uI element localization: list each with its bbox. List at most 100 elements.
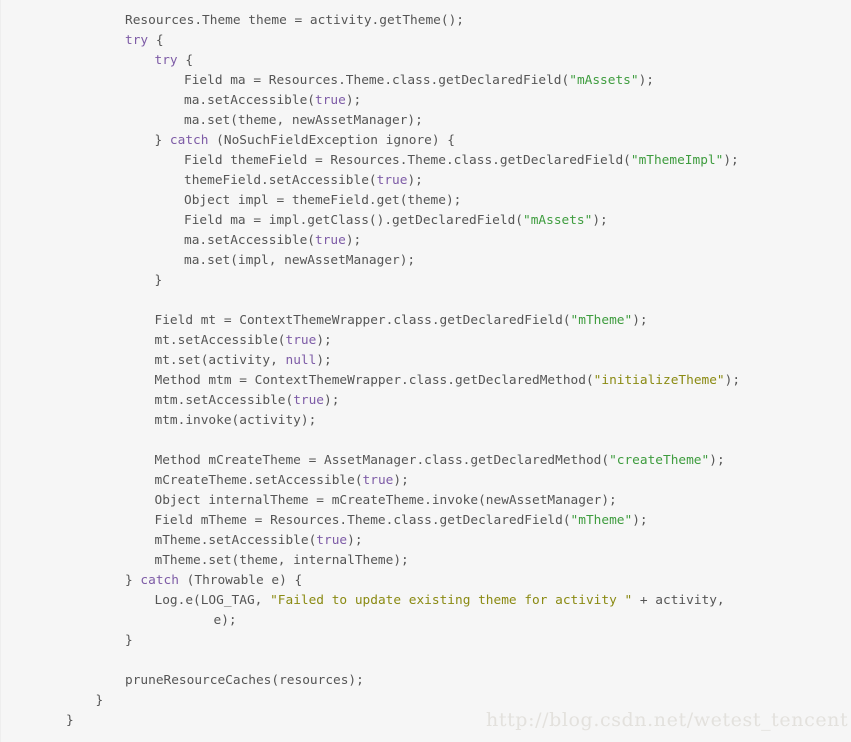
code-token-pln: ); [316,353,332,368]
code-token-kw: true [362,473,394,488]
code-line: } [1,691,851,711]
code-token-pln: ); [723,153,739,168]
code-token-pln: ); [709,453,725,468]
code-token-kw: true [316,533,348,548]
code-line: Field themeField = Resources.Theme.class… [1,151,851,171]
code-line: mt.set(activity, null); [1,351,851,371]
code-line: mtm.invoke(activity); [1,411,851,431]
code-token-pln: ); [632,513,648,528]
code-line: mtm.setAccessible(true); [1,391,851,411]
code-token-pln: ); [592,213,608,228]
code-line: mTheme.setAccessible(true); [1,531,851,551]
code-token-pln: ma.setAccessible( [184,93,315,108]
code-token-pln: (NoSuchFieldException ignore) { [208,133,455,148]
code-token-pln: ); [345,93,362,108]
code-token-pln: ); [316,333,332,348]
code-token-kw: true [314,233,346,248]
code-token-pln: Field mTheme = Resources.Theme.class.get… [154,513,571,528]
code-token-pln: ); [324,393,340,408]
code-token-pln: } [66,713,74,728]
code-line: ma.set(theme, newAssetManager); [1,111,851,131]
code-line: e); [1,611,851,631]
code-token-pln: } [154,273,163,288]
code-token-pln: Field ma = Resources.Theme.class.getDecl… [184,73,570,88]
code-line: ma.setAccessible(true); [1,231,851,251]
code-token-kw: true [376,173,408,188]
code-line: Field mt = ContextThemeWrapper.class.get… [1,311,851,331]
code-line: Object impl = themeField.get(theme); [1,191,851,211]
code-token-str: "mTheme" [570,313,633,328]
code-line: pruneResourceCaches(resources); [1,671,851,691]
code-token-pln: ); [724,373,741,388]
code-line: Log.e(LOG_TAG, "Failed to update existin… [1,591,851,611]
code-token-pln: Method mtm = ContextThemeWrapper.class.g… [154,373,594,388]
code-token-pln: ma.set(theme, newAssetManager); [184,113,423,128]
code-token-pln: ); [632,313,648,328]
code-token-pln: pruneResourceCaches(resources); [125,673,364,688]
code-listing: Resources.Theme theme = activity.getThem… [1,0,851,731]
code-line: Field ma = impl.getClass().getDeclaredFi… [1,211,851,231]
code-token-str2: "Failed to update existing theme for act… [270,593,633,608]
code-token-pln: + activity, [632,593,725,608]
code-token-pln: { [148,33,164,48]
code-line: mTheme.set(theme, internalTheme); [1,551,851,571]
code-token-pln: mCreateTheme.setAccessible( [154,473,363,488]
code-token-pln: Field themeField = Resources.Theme.class… [184,153,631,168]
code-token-kw: try [154,53,178,68]
code-token-pln: ); [347,533,363,548]
code-token-pln: ma.set(impl, newAssetManager); [184,253,416,268]
code-token-str: "mAssets" [523,213,593,228]
code-token-kw: true [293,393,325,408]
code-token-pln: { [177,53,194,68]
code-line: } [1,271,851,291]
code-token-str: "createTheme" [609,453,710,468]
code-token-pln: mTheme.set(theme, internalTheme); [154,553,409,568]
code-line: try { [1,51,851,71]
code-token-pln: ); [407,173,423,188]
code-line: ma.setAccessible(true); [1,91,851,111]
code-line: try { [1,31,851,51]
code-token-pln: mtm.invoke(activity); [154,413,317,428]
code-token-pln: Resources.Theme theme = activity.getThem… [125,13,464,28]
code-line: Resources.Theme theme = activity.getThem… [1,11,851,31]
code-token-pln: } [125,633,133,648]
code-token-pln: } [95,693,104,708]
code-line: mt.setAccessible(true); [1,331,851,351]
code-token-kw: try [125,33,149,48]
code-token-kw: null [285,353,317,368]
code-line: Object internalTheme = mCreateTheme.invo… [1,491,851,511]
code-token-pln: Log.e(LOG_TAG, [154,593,271,608]
code-token-pln: (Throwable e) { [178,573,303,588]
code-line: } [1,631,851,651]
code-line: themeField.setAccessible(true); [1,171,851,191]
code-line: } catch (Throwable e) { [1,571,851,591]
code-token-pln: ma.setAccessible( [184,233,315,248]
code-token-kw: true [314,93,346,108]
code-token-pln: Object internalTheme = mCreateTheme.invo… [154,493,617,508]
code-line: Field mTheme = Resources.Theme.class.get… [1,511,851,531]
code-token-pln: mt.set(activity, [154,353,286,368]
code-line: Method mtm = ContextThemeWrapper.class.g… [1,371,851,391]
code-token-pln: mt.setAccessible( [154,333,286,348]
code-token-pln: Object impl = themeField.get(theme); [184,193,462,208]
code-token-kw: catch [169,133,209,148]
code-token-pln: Field mt = ContextThemeWrapper.class.get… [154,313,571,328]
code-token-pln: mTheme.setAccessible( [154,533,317,548]
code-line: ma.set(impl, newAssetManager); [1,251,851,271]
code-token-kw: true [285,333,317,348]
code-token-pln: Field ma = impl.getClass().getDeclaredFi… [184,213,523,228]
code-token-pln: ); [393,473,409,488]
watermark-url: http://blog.csdn.net/wetest_tencent [486,709,849,731]
code-token-pln: ); [345,233,362,248]
code-line: mCreateTheme.setAccessible(true); [1,471,851,491]
code-token-pln: e); [213,613,237,628]
code-line: } catch (NoSuchFieldException ignore) { [1,131,851,151]
code-token-str: "mTheme" [570,513,633,528]
code-token-kw: catch [140,573,179,588]
code-block: Resources.Theme theme = activity.getThem… [0,0,851,742]
code-token-str2: "initializeTheme" [593,373,725,388]
code-token-pln: } [154,133,170,148]
